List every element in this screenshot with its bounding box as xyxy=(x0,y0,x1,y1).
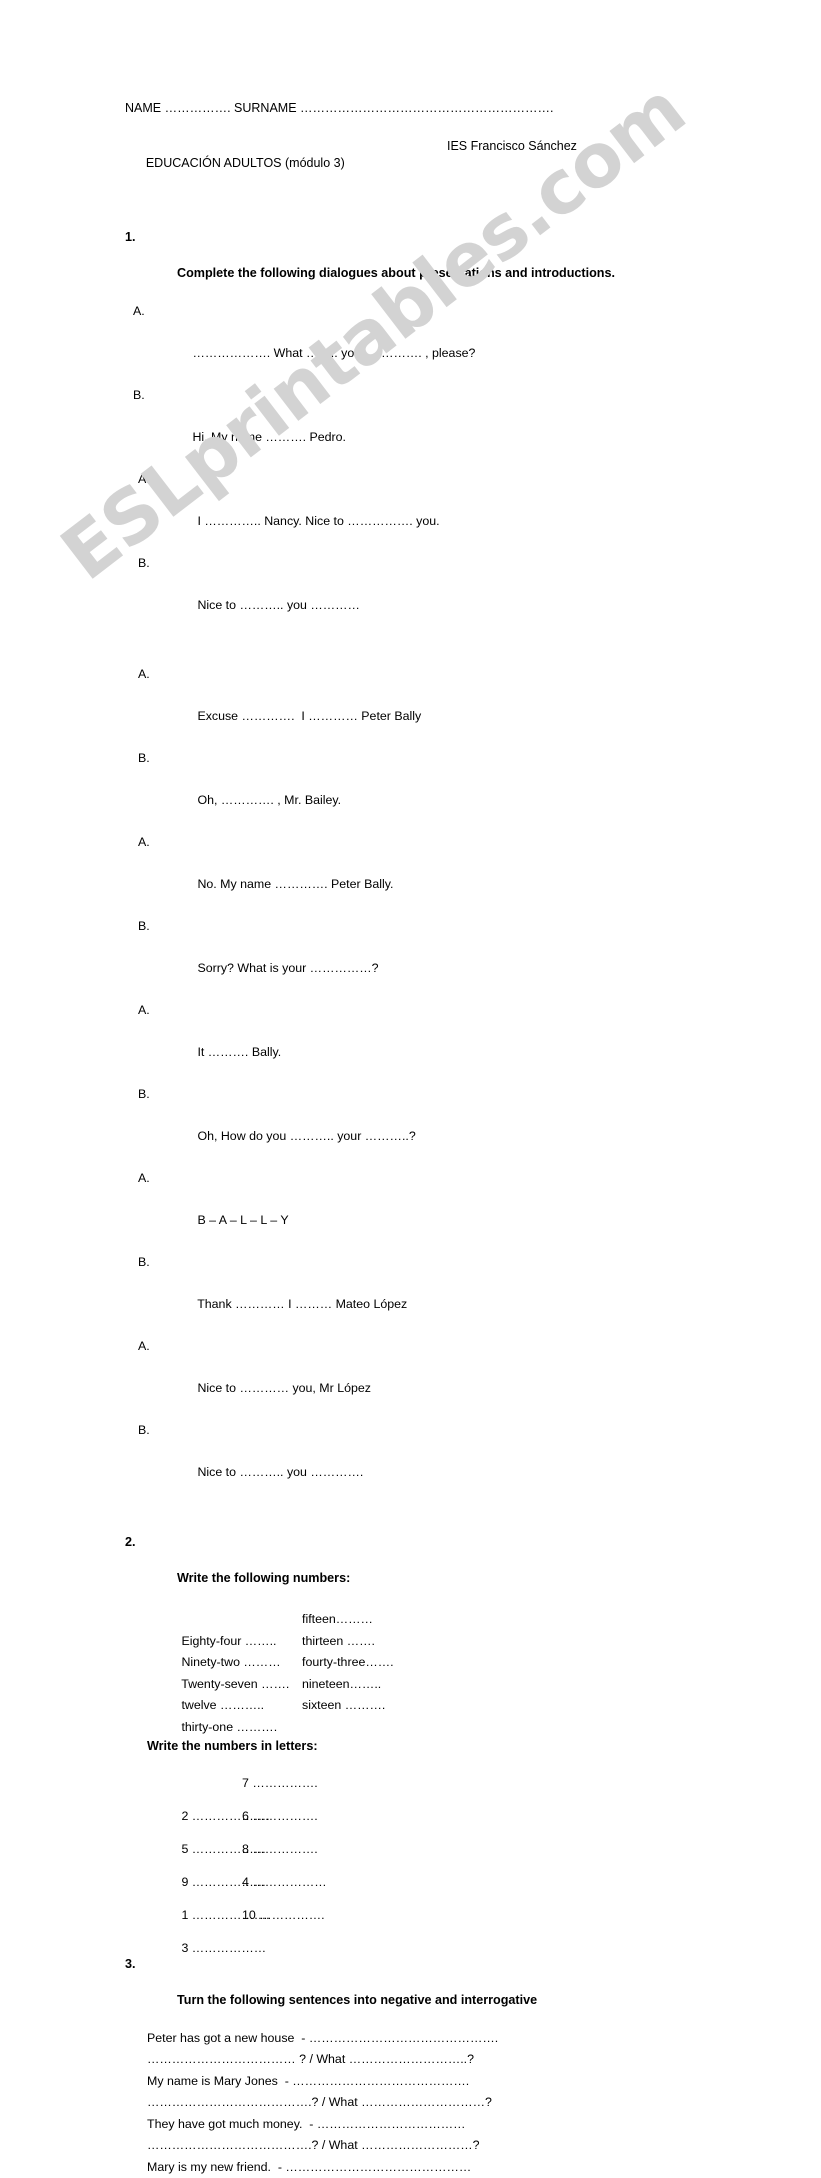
digit-right: 7 ……………. xyxy=(242,1767,318,1800)
speaker-label: B. xyxy=(138,1420,150,1441)
number-word-left: thirty-one ………. xyxy=(181,1720,277,1734)
numbers-in-letters-title: Write the numbers in letters: xyxy=(125,1737,705,1755)
dialogue-line: B. Thank ………… I ……… Mateo López xyxy=(125,1252,705,1336)
dialogue-text: Hi, My name ………. Pedro. xyxy=(192,430,346,444)
numbers-row: Ninety-two ……… thirteen ……. xyxy=(147,1631,705,1653)
digit-right: 4 ……………… xyxy=(242,1866,327,1899)
letters-row: 3 ……………… 10 ……………. xyxy=(147,1899,705,1932)
speaker-label: B. xyxy=(138,916,150,937)
dialogue-text: ………………. What …….. your …………. , please? xyxy=(192,346,475,360)
exercise-3-title-row: 3. Turn the following sentences into neg… xyxy=(125,1955,705,2027)
numbers-row: twelve ……….. nineteen…….. xyxy=(147,1674,705,1696)
dialogue-text: Sorry? What is your ……………? xyxy=(197,961,378,975)
speaker-label: A. xyxy=(138,664,150,685)
dialogue-text: Nice to ……….. you …………. xyxy=(197,1465,363,1479)
dialogue-line: B. Oh, How do you ……….. your ………..? xyxy=(125,1084,705,1168)
sentence-line: ……………………………… ? / What ………………………..? xyxy=(147,2049,705,2071)
exercise-2-title-row: 2. Write the following numbers: xyxy=(125,1533,705,1605)
course-label: EDUCACIÓN ADULTOS (módulo 3) xyxy=(146,156,345,170)
sentence-line: Peter has got a new house - ………………………………… xyxy=(147,2028,705,2050)
dialogue-1: A. ………………. What …….. your …………. , please… xyxy=(125,301,705,637)
dialogue-line: A. Excuse …………. I ………… Peter Bally xyxy=(125,664,705,748)
letters-row: 2 ………………. 7 ……………. xyxy=(147,1767,705,1800)
speaker-label: A. xyxy=(138,469,150,490)
sentences-list: Peter has got a new house - ………………………………… xyxy=(125,2028,705,2178)
speaker-label: B. xyxy=(133,385,145,406)
dialogue-text: Oh, How do you ……….. your ………..? xyxy=(197,1129,415,1143)
sentence-line: They have got much money. - ……………………………… xyxy=(147,2114,705,2136)
dialogue-line: A. Nice to ………… you, Mr López xyxy=(125,1336,705,1420)
sentence-line: ………………………………….? / What …………………………? xyxy=(147,2092,705,2114)
exercise-1-title-row: 1. Complete the following dialogues abou… xyxy=(125,228,705,300)
dialogue-text: Nice to ………… you, Mr López xyxy=(197,1381,371,1395)
school-label: IES Francisco Sánchez xyxy=(447,138,577,155)
dialogue-line: B. Hi, My name ………. Pedro. xyxy=(125,385,705,469)
sentence-line: My name is Mary Jones - ……………………………………. xyxy=(147,2071,705,2093)
exercise-3: 3. Turn the following sentences into neg… xyxy=(125,1955,705,2178)
speaker-label: B. xyxy=(138,1084,150,1105)
speaker-label: B. xyxy=(138,553,150,574)
letters-row: 1 ………………. 4 ……………… xyxy=(147,1866,705,1899)
speaker-label: B. xyxy=(138,748,150,769)
letters-row: 5 ……………… 6 ……………. xyxy=(147,1800,705,1833)
speaker-label: A. xyxy=(133,301,145,322)
worksheet-page: NAME ……………. SURNAME ……………………………………………………… xyxy=(0,0,821,1169)
dialogue-text: No. My name …………. Peter Bally. xyxy=(197,877,393,891)
sentence-line: ………………………………….? / What ………………………? xyxy=(147,2135,705,2157)
numbers-grid: Eighty-four …….. fifteen……… Ninety-two …… xyxy=(125,1609,705,1717)
digit-right: 8 ……………. xyxy=(242,1833,318,1866)
sentence-line: Mary is my new friend. - ……………………………………… xyxy=(147,2157,705,2178)
exercise-2: 2. Write the following numbers: Eighty-f… xyxy=(125,1533,705,1932)
number-word-right: nineteen…….. xyxy=(302,1674,381,1696)
number-word-right: sixteen ………. xyxy=(302,1695,385,1717)
numbers-row: Eighty-four …….. fifteen……… xyxy=(147,1609,705,1631)
exercise-3-title: Turn the following sentences into negati… xyxy=(177,1993,537,2007)
dialogue-line: A. No. My name …………. Peter Bally. xyxy=(125,832,705,916)
dialogue-line: B. Nice to ……….. you …………. xyxy=(125,1420,705,1504)
speaker-label: B. xyxy=(138,1252,150,1273)
dialogue-line: B. Nice to ……….. you ………… xyxy=(125,553,705,637)
speaker-label: A. xyxy=(138,832,150,853)
dialogue-text: Oh, …………. , Mr. Bailey. xyxy=(197,793,341,807)
dialogue-text: Excuse …………. I ………… Peter Bally xyxy=(197,709,421,723)
exercise-2-number: 2. xyxy=(125,1533,136,1551)
dialogue-text: B – A – L – L – Y xyxy=(197,1213,288,1227)
letters-row: 9 ……………… 8 ……………. xyxy=(147,1833,705,1866)
numbers-row: Twenty-seven ……. fourty-three……. xyxy=(147,1652,705,1674)
exercise-3-number: 3. xyxy=(125,1955,136,1973)
dialogue-text: Thank ………… I ……… Mateo López xyxy=(197,1297,407,1311)
number-word-right: fourty-three……. xyxy=(302,1652,394,1674)
letters-grid: 2 ………………. 7 ……………. 5 ……………… 6 ……………. 9 …… xyxy=(125,1767,705,1932)
dialogue-line: B. Sorry? What is your ……………? xyxy=(125,916,705,1000)
dialogue-line: A. B – A – L – L – Y xyxy=(125,1168,705,1252)
name-surname-line: NAME ……………. SURNAME ……………………………………………………… xyxy=(125,100,705,117)
course-school-line: EDUCACIÓN ADULTOS (módulo 3) IES Francis… xyxy=(125,138,705,206)
digit-right: 6 ……………. xyxy=(242,1800,318,1833)
exercise-1: 1. Complete the following dialogues abou… xyxy=(125,228,705,1504)
dialogue-line: B. Oh, …………. , Mr. Bailey. xyxy=(125,748,705,832)
speaker-label: A. xyxy=(138,1168,150,1189)
exercise-1-number: 1. xyxy=(125,228,136,246)
dialogue-line: A. I ………….. Nancy. Nice to ……………. you. xyxy=(125,469,705,553)
numbers-row: thirty-one ………. sixteen ………. xyxy=(147,1695,705,1717)
dialogue-line: A. It ………. Bally. xyxy=(125,1000,705,1084)
dialogue-text: It ………. Bally. xyxy=(197,1045,281,1059)
digit-right: 10 ……………. xyxy=(242,1899,325,1932)
speaker-label: A. xyxy=(138,1336,150,1357)
dialogue-text: Nice to ……….. you ………… xyxy=(197,598,360,612)
number-word-right: fifteen……… xyxy=(302,1609,373,1631)
number-word-right: thirteen ……. xyxy=(302,1631,375,1653)
dialogue-line: A. ………………. What …….. your …………. , please… xyxy=(125,301,705,385)
dialogue-text: I ………….. Nancy. Nice to ……………. you. xyxy=(197,514,439,528)
dialogue-2: A. Excuse …………. I ………… Peter Bally B. Oh… xyxy=(125,664,705,1504)
digit-left: 3 ……………… xyxy=(181,1941,266,1955)
worksheet-content: NAME ……………. SURNAME ……………………………………………………… xyxy=(125,100,705,2178)
exercise-2-title: Write the following numbers: xyxy=(177,1571,350,1585)
exercise-1-title: Complete the following dialogues about p… xyxy=(177,266,615,280)
speaker-label: A. xyxy=(138,1000,150,1021)
